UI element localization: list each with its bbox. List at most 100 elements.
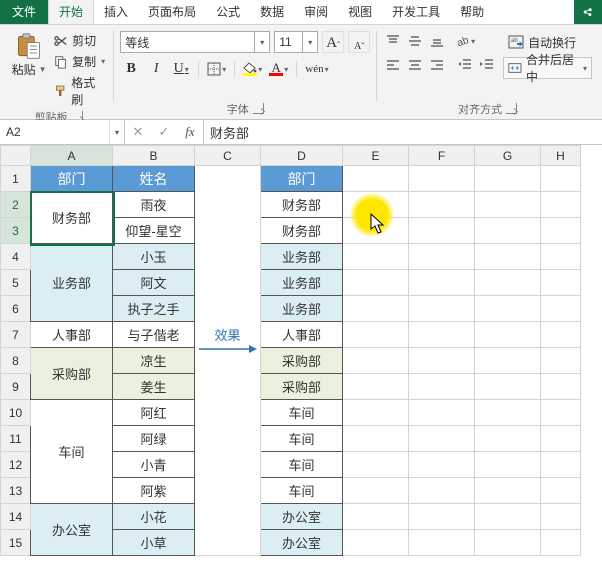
cell[interactable] [409,374,475,400]
cell[interactable] [195,192,261,218]
column-header[interactable]: B [113,146,195,166]
cell[interactable]: 采购部 [261,348,343,374]
cell[interactable]: 部门 [261,166,343,192]
chevron-down-icon[interactable]: ▾ [254,32,269,52]
cell[interactable] [541,530,581,556]
row-header[interactable]: 10 [1,400,31,426]
row-header[interactable]: 12 [1,452,31,478]
cell[interactable]: 业务部 [261,244,343,270]
cell[interactable] [541,166,581,192]
cell[interactable] [195,374,261,400]
worksheet-grid[interactable]: ABCDEFGH 1部门姓名部门2财务部雨夜财务部3仰望-星空财务部4业务部小玉… [0,145,581,556]
cell[interactable] [409,530,475,556]
row-header[interactable]: 7 [1,322,31,348]
cell[interactable] [343,530,409,556]
cell[interactable]: 与子偕老 [113,322,195,348]
cell[interactable] [343,218,409,244]
cell[interactable]: 雨夜 [113,192,195,218]
row-header[interactable]: 4 [1,244,31,270]
cell[interactable]: 阿红 [113,400,195,426]
align-top-button[interactable] [383,31,403,51]
cell[interactable]: 业务部 [261,296,343,322]
cell[interactable] [409,192,475,218]
cell[interactable] [195,296,261,322]
cell[interactable]: 办公室 [31,504,113,556]
wrap-text-button[interactable]: ab 自动换行 [503,31,592,53]
align-center-button[interactable] [405,55,425,75]
cell[interactable] [541,478,581,504]
cell[interactable]: 车间 [261,478,343,504]
cell[interactable] [195,270,261,296]
cell[interactable] [409,478,475,504]
cell[interactable]: 采购部 [31,348,113,400]
cell[interactable] [409,296,475,322]
cell[interactable]: 业务部 [261,270,343,296]
select-all-corner[interactable] [1,146,31,166]
increase-indent-button[interactable] [477,55,497,75]
cell[interactable]: 财务部 [261,218,343,244]
cell[interactable] [343,478,409,504]
accept-formula-button[interactable]: ✓ [151,124,177,140]
cell[interactable] [541,296,581,322]
cancel-formula-button[interactable]: ✕ [125,124,151,140]
cell[interactable] [541,192,581,218]
row-header[interactable]: 13 [1,478,31,504]
tab-formulas[interactable]: 公式 [206,0,250,24]
cell[interactable] [409,218,475,244]
fill-color-button[interactable]: ▾ [241,59,264,79]
underline-button[interactable]: U▾ [170,59,192,79]
cell[interactable]: 效果 [195,322,261,348]
cell[interactable] [195,426,261,452]
cell[interactable] [343,504,409,530]
row-header[interactable]: 5 [1,270,31,296]
cell[interactable]: 小青 [113,452,195,478]
tab-home[interactable]: 开始 [48,0,94,24]
cell[interactable] [541,504,581,530]
cell[interactable]: 小玉 [113,244,195,270]
cell[interactable] [475,192,541,218]
cell[interactable]: 车间 [261,426,343,452]
cut-button[interactable]: 剪切 [52,31,107,50]
orientation-button[interactable]: ab▾ [455,31,475,51]
chevron-down-icon[interactable]: ▾ [109,120,124,144]
cell[interactable] [409,322,475,348]
cell[interactable]: 小花 [113,504,195,530]
cell[interactable] [195,504,261,530]
cell[interactable] [475,400,541,426]
paste-button[interactable]: 粘贴▼ [10,27,48,109]
cell[interactable]: 人事部 [261,322,343,348]
cell[interactable] [541,218,581,244]
cell[interactable]: 姓名 [113,166,195,192]
row-header[interactable]: 14 [1,504,31,530]
cell[interactable]: 姜生 [113,374,195,400]
cell[interactable] [343,322,409,348]
cell[interactable] [195,348,261,374]
italic-button[interactable]: I [145,59,167,79]
column-header[interactable]: C [195,146,261,166]
cell[interactable] [475,322,541,348]
bold-button[interactable]: B [120,59,142,79]
cell[interactable] [195,530,261,556]
font-name-combo[interactable]: 等线 ▾ [120,31,270,53]
cell[interactable] [343,400,409,426]
cell[interactable] [343,452,409,478]
cell[interactable]: 仰望-星空 [113,218,195,244]
cell[interactable] [409,452,475,478]
cell[interactable] [475,244,541,270]
cell[interactable] [541,426,581,452]
font-dialog-launcher[interactable] [253,103,264,114]
cell[interactable]: 小草 [113,530,195,556]
cell[interactable] [343,374,409,400]
cell[interactable]: 财务部 [261,192,343,218]
border-button[interactable]: ▾ [205,59,228,79]
name-box[interactable]: A2 ▾ [0,120,125,144]
cell[interactable] [541,348,581,374]
cell[interactable] [541,400,581,426]
cell[interactable] [409,504,475,530]
cell[interactable] [475,478,541,504]
column-header[interactable]: H [541,146,581,166]
cell[interactable] [343,348,409,374]
row-header[interactable]: 11 [1,426,31,452]
cell[interactable] [475,348,541,374]
share-button[interactable] [574,0,602,24]
